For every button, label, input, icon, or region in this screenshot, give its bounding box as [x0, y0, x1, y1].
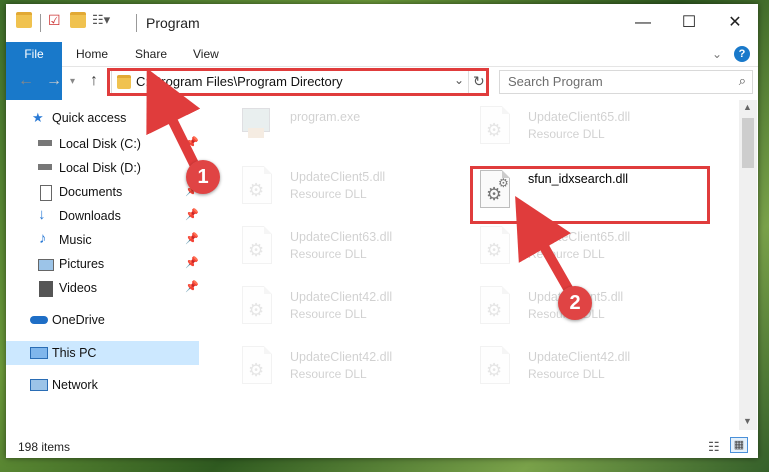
- annotation-arrows: [146, 68, 575, 297]
- step-badge-2: 2: [558, 286, 592, 320]
- step-badge-1: 1: [186, 160, 220, 194]
- arrow-1: [146, 68, 202, 175]
- arrow-2: [515, 195, 575, 297]
